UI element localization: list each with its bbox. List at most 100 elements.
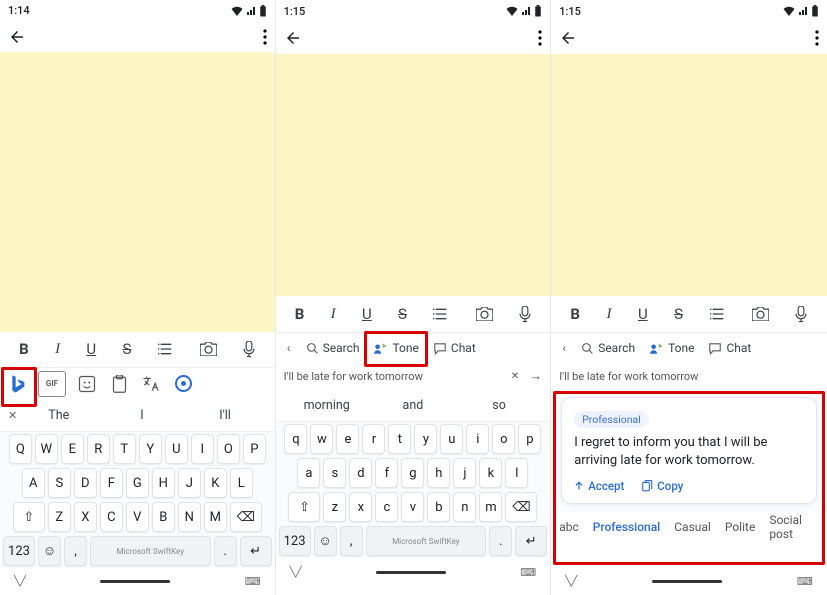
key[interactable]: Q [9, 434, 32, 464]
tone-tab-polite[interactable]: Polite [725, 520, 755, 534]
key[interactable]: e [336, 424, 359, 454]
back-icon[interactable] [559, 29, 577, 47]
key[interactable]: L [230, 468, 253, 498]
comma-key[interactable]: , [64, 536, 87, 566]
tone-tab-professional[interactable]: Professional [593, 520, 661, 534]
keyboard[interactable]: qwertyuiop asdfghjkl ⇧zxcvbnm⌫ 123☺,Micr… [276, 422, 551, 558]
key[interactable]: n [453, 492, 476, 522]
key[interactable]: h [427, 458, 450, 488]
key[interactable]: D [74, 468, 97, 498]
camera-icon[interactable] [752, 307, 769, 321]
key[interactable]: M [204, 502, 227, 532]
key[interactable]: R [87, 434, 110, 464]
underline-button[interactable]: U [638, 305, 648, 323]
key[interactable]: T [113, 434, 136, 464]
key[interactable]: q [284, 424, 307, 454]
underline-button[interactable]: U [362, 305, 372, 323]
suggestion[interactable]: and [370, 398, 456, 413]
key[interactable]: Z [48, 502, 71, 532]
key[interactable]: j [453, 458, 476, 488]
key[interactable]: m [479, 492, 502, 522]
list-icon[interactable] [710, 307, 726, 321]
period-key[interactable]: . [489, 526, 512, 556]
enter-key[interactable]: ↵ [240, 536, 272, 566]
key[interactable]: O [217, 434, 240, 464]
key[interactable]: v [401, 492, 424, 522]
key[interactable]: N [178, 502, 201, 532]
key[interactable]: A [22, 468, 45, 498]
shift-key[interactable]: ⇧ [13, 502, 45, 532]
key[interactable]: I [191, 434, 214, 464]
note-canvas[interactable] [276, 54, 551, 296]
suggestion[interactable]: I'll [183, 408, 266, 423]
key[interactable]: Y [139, 434, 162, 464]
home-pill[interactable] [376, 571, 446, 574]
key[interactable]: o [492, 424, 515, 454]
bing-tone-button[interactable]: Tone [645, 341, 698, 355]
emoji-key[interactable]: ☺ [38, 536, 61, 566]
key[interactable]: f [375, 458, 398, 488]
strike-button[interactable]: S [674, 305, 683, 323]
key[interactable]: P [243, 434, 266, 464]
more-icon[interactable] [815, 30, 819, 46]
bing-chat-button[interactable]: Chat [429, 341, 480, 355]
gif-icon[interactable]: GIF [38, 371, 66, 397]
key[interactable]: B [152, 502, 175, 532]
bing-search-button[interactable]: Search [302, 341, 364, 355]
note-canvas[interactable] [0, 52, 275, 332]
key[interactable]: t [388, 424, 411, 454]
key[interactable]: U [165, 434, 188, 464]
emoji-key[interactable]: ☺ [314, 526, 337, 556]
tone-tab-casual[interactable]: Casual [674, 520, 711, 534]
more-icon[interactable] [263, 29, 267, 45]
kbd-switch-icon[interactable]: ⌨ [797, 575, 813, 588]
key[interactable]: X [74, 502, 97, 532]
key[interactable]: g [401, 458, 424, 488]
camera-icon[interactable] [476, 307, 493, 321]
comma-key[interactable]: , [340, 526, 363, 556]
bold-button[interactable]: B [295, 305, 305, 323]
key[interactable]: y [414, 424, 437, 454]
chevron-left-icon[interactable]: ‹ [282, 341, 296, 355]
kbd-switch-icon[interactable]: ⌨ [245, 575, 261, 588]
num-key[interactable]: 123 [3, 536, 35, 566]
space-key[interactable]: Microsoft SwiftKey [90, 536, 211, 566]
suggestion[interactable]: The [17, 408, 100, 423]
key[interactable]: p [518, 424, 541, 454]
key[interactable]: K [204, 468, 227, 498]
key[interactable]: J [178, 468, 201, 498]
strike-button[interactable]: S [122, 340, 131, 358]
key[interactable]: r [362, 424, 385, 454]
space-key[interactable]: Microsoft SwiftKey [366, 526, 487, 556]
key[interactable]: k [479, 458, 502, 488]
key[interactable]: S [48, 468, 71, 498]
key[interactable]: c [375, 492, 398, 522]
key[interactable]: V [126, 502, 149, 532]
suggestion[interactable]: morning [284, 398, 370, 413]
copy-button[interactable]: Copy [642, 479, 683, 493]
keyboard[interactable]: QWERTYUIOP ASDFGHJKL ⇧ZXCVBNM⌫ 123☺,Micr… [0, 432, 275, 568]
nav-down-icon[interactable]: ╲╱ [14, 576, 26, 587]
period-key[interactable]: . [214, 536, 237, 566]
key[interactable]: w [310, 424, 333, 454]
key[interactable]: l [505, 458, 528, 488]
mic-icon[interactable] [519, 306, 531, 323]
mic-icon[interactable] [243, 341, 255, 358]
backspace-key[interactable]: ⌫ [230, 502, 262, 532]
sticker-icon[interactable] [76, 373, 98, 395]
italic-button[interactable]: I [606, 306, 611, 323]
clear-icon[interactable]: ✕ [511, 371, 519, 382]
key[interactable]: a [297, 458, 320, 488]
key[interactable]: G [126, 468, 149, 498]
key[interactable]: i [466, 424, 489, 454]
tone-tab-abc[interactable]: abc [559, 520, 579, 534]
key[interactable]: b [427, 492, 450, 522]
key[interactable]: H [152, 468, 175, 498]
translate-icon[interactable] [140, 373, 162, 395]
list-icon[interactable] [433, 307, 449, 321]
italic-button[interactable]: I [331, 306, 336, 323]
nav-down-icon[interactable]: ╲╱ [290, 567, 302, 578]
home-pill[interactable] [100, 580, 170, 583]
key[interactable]: E [61, 434, 84, 464]
bing-tone-button[interactable]: Tone [369, 341, 422, 355]
